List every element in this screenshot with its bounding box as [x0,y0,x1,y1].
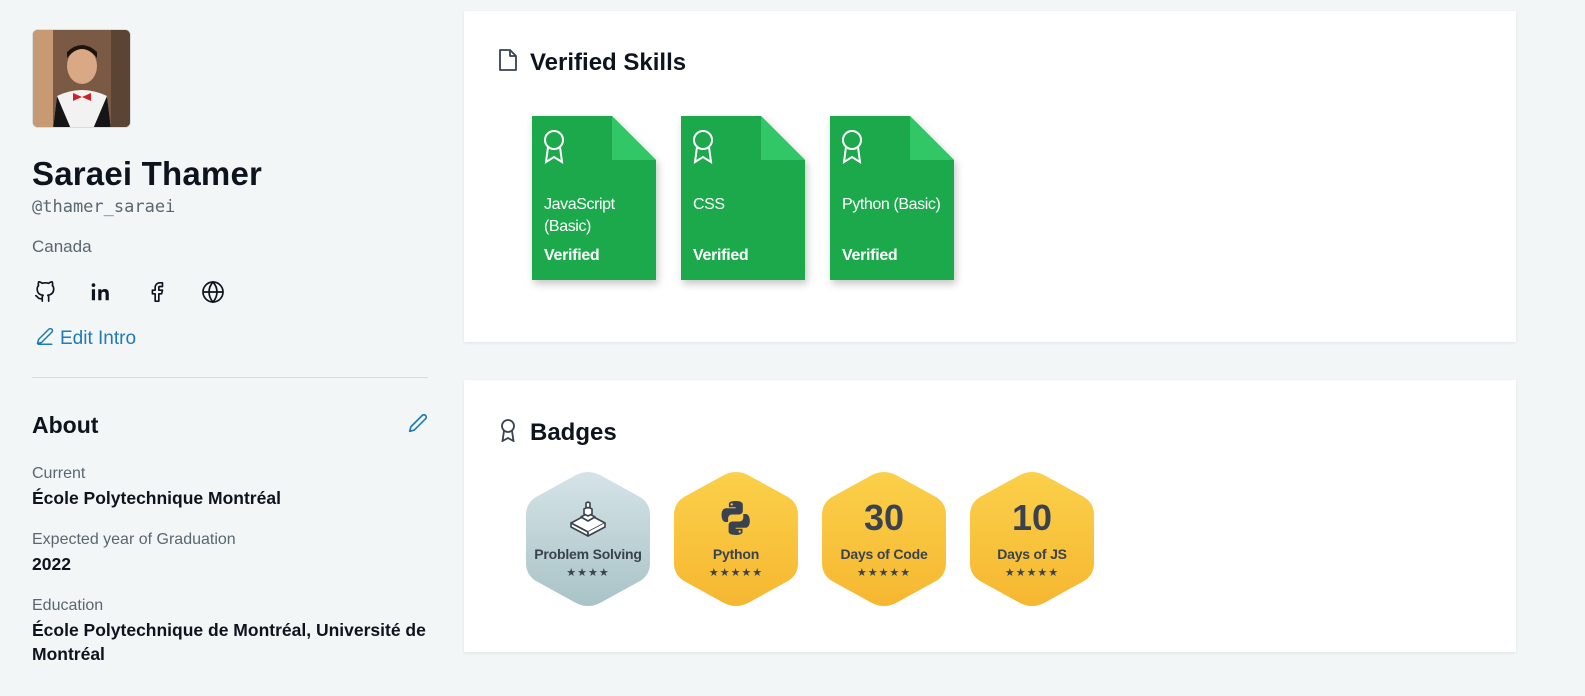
graduation-label: Expected year of Graduation [32,531,236,548]
facebook-icon[interactable] [144,279,170,305]
pencil-icon [408,413,428,433]
current-value: École Polytechnique Montréal [32,488,281,508]
skill-name: JavaScript (Basic) [544,196,615,235]
problem-solving-icon [526,499,650,537]
verified-skills-header: Verified Skills [498,48,686,77]
badge-python[interactable]: Python ★★★★★ [674,471,798,607]
edit-intro-label: Edit Intro [60,328,137,349]
skill-card[interactable]: Python (Basic) Verified [830,116,954,280]
badge-stars: ★★★★★ [1004,567,1060,579]
badge-days-of-code[interactable]: 30 Days of Code ★★★★★ [822,471,946,607]
skill-status: Verified [693,247,749,264]
badge-stars: ★★★★★ [708,567,764,579]
about-title: About [32,412,99,438]
badge-label: Problem Solving [534,546,642,562]
badge-stars: ★★★★★ [856,567,912,579]
skill-card[interactable]: CSS Verified [681,116,805,280]
github-icon[interactable] [32,279,58,305]
graduation-value: 2022 [32,554,71,574]
education-label: Education [32,597,104,614]
skill-list: JavaScript (Basic) Verified CSS Verified… [532,116,954,280]
linkedin-icon[interactable] [88,279,114,305]
document-icon [498,48,518,77]
education-value: École Polytechnique de Montréal, Univers… [32,620,426,664]
social-links [32,279,432,305]
award-icon [544,130,564,164]
python-icon [674,499,798,537]
profile-sidebar: Saraei Thamer @thamer_saraei Canada Edit… [32,29,432,666]
skill-name: CSS [693,196,725,213]
badge-label: Python [712,546,760,562]
award-icon [498,418,518,447]
globe-icon[interactable] [200,279,226,305]
award-icon [842,130,862,164]
skill-card[interactable]: JavaScript (Basic) Verified [532,116,656,280]
badge-days-of-js[interactable]: 10 Days of JS ★★★★★ [970,471,1094,607]
skill-status: Verified [544,247,600,264]
edit-about-button[interactable] [408,413,428,438]
badges-title: Badges [530,418,617,446]
badge-number: 30 [863,497,905,538]
badge-stars: ★★★★ [566,567,610,579]
pencil-icon [36,327,54,351]
award-icon [693,130,713,164]
divider [32,377,428,378]
badge-label: Days of JS [997,546,1067,562]
badge-label: Days of Code [840,546,928,562]
profile-country: Canada [32,237,92,256]
badge-list: Problem Solving ★★★★ Python ★★★★★ 30 Day… [526,471,1094,607]
badges-header: Badges [498,418,617,447]
profile-handle: @thamer_saraei [32,197,176,217]
badge-number: 10 [1011,497,1053,538]
verified-skills-title: Verified Skills [530,48,687,76]
badges-card: Badges Problem Solving ★★★★ Python ★★★★★… [464,380,1516,652]
skill-name: Python (Basic) [842,196,941,213]
about-header: About [32,412,428,439]
skill-status: Verified [842,247,898,264]
avatar[interactable] [32,29,131,128]
profile-name: Saraei Thamer [32,155,263,192]
edit-intro-link[interactable]: Edit Intro [32,327,432,351]
current-label: Current [32,465,86,482]
verified-skills-card: Verified Skills JavaScript (Basic) Verif… [464,11,1516,342]
badge-problem-solving[interactable]: Problem Solving ★★★★ [526,471,650,607]
